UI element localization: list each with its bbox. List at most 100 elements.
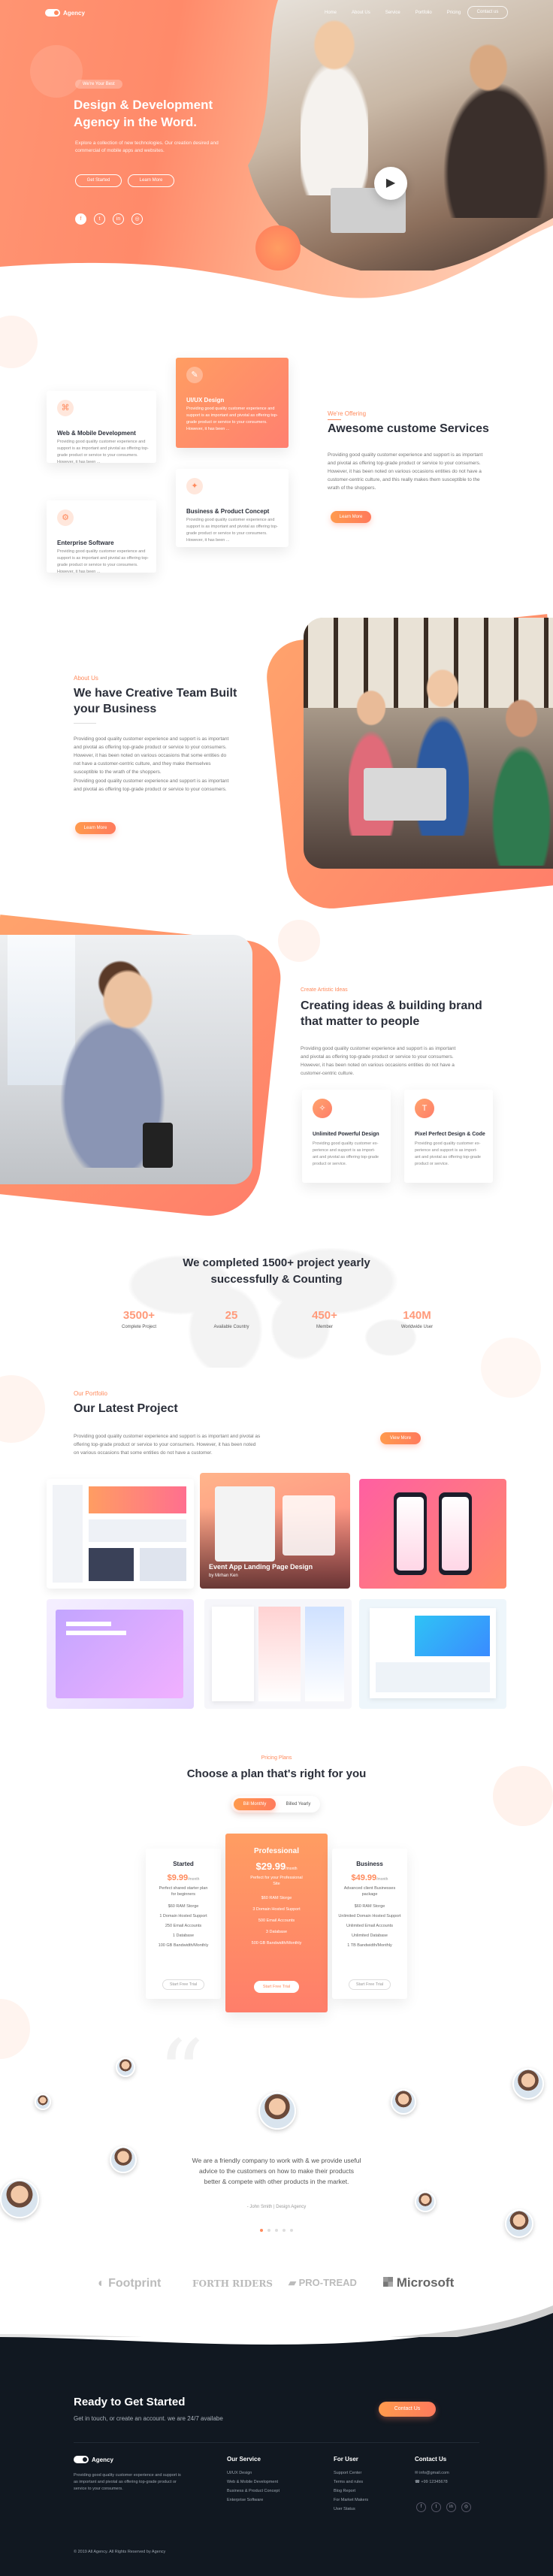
service-card-business[interactable]: ✦ Business & Product Concept Providing g… <box>176 469 289 547</box>
footer-col-services: Our Service UI/UX Design Web & Mobile De… <box>227 2456 280 2502</box>
hero-social: f t in ◎ <box>75 213 143 225</box>
avatar[interactable] <box>116 2057 135 2077</box>
linkedin-icon[interactable]: in <box>446 2502 456 2512</box>
avatar[interactable] <box>512 2068 544 2100</box>
portfolio-text: Providing good quality customer experien… <box>74 1434 261 1456</box>
pencil-cup <box>143 1123 173 1168</box>
ideas-card-design[interactable]: ✧ Unlimited Powerful Design Providing go… <box>302 1090 391 1183</box>
about-learn-more-button[interactable]: Learn More <box>75 822 116 834</box>
play-button[interactable]: ▶ <box>374 167 407 200</box>
plan-desc: Perfect shared starter plan for beginner… <box>159 1886 208 1897</box>
nav-link-portfolio[interactable]: Portfolio <box>416 11 432 15</box>
service-card-uiux[interactable]: ✎ UI/UX Design Providing good quality cu… <box>176 358 289 448</box>
plan-trial-button[interactable]: Start Free Trial <box>254 1981 299 1993</box>
decor-circle <box>0 316 38 368</box>
pricing-card-professional: Professional $29.99/month Perfect for yo… <box>225 1834 328 2012</box>
plan-desc: Advanced client Businesses package <box>343 1886 396 1897</box>
plan-price: $9.99/month <box>167 1873 200 1882</box>
footer-divider <box>74 2442 479 2443</box>
services-learn-more-button[interactable]: Learn More <box>331 511 371 523</box>
brand-logo-forth-riders: FORTH RIDERS <box>192 2278 273 2289</box>
nav-link-service[interactable]: Service <box>385 11 400 15</box>
portfolio-item[interactable] <box>359 1479 506 1589</box>
facebook-icon[interactable]: f <box>75 213 86 225</box>
toggle-logo-icon <box>45 9 60 17</box>
portfolio-item[interactable] <box>47 1479 194 1589</box>
cta-contact-button[interactable]: Contact Us <box>379 2402 436 2417</box>
about-title: We have Creative Team Built your Busines… <box>74 687 237 715</box>
nav-link-pricing[interactable]: Pricing <box>447 11 461 15</box>
microsoft-icon <box>383 2277 393 2287</box>
featured-title: Event App Landing Page Design <box>209 1563 313 1571</box>
portfolio-item[interactable] <box>204 1599 352 1709</box>
hero-learn-more-button[interactable]: Learn More <box>128 174 174 187</box>
slider-dot[interactable] <box>275 2229 278 2232</box>
ideas-photo <box>0 935 252 1184</box>
avatar-featured[interactable] <box>258 2092 296 2130</box>
bill-yearly-tab[interactable]: Billed Yearly <box>280 1798 317 1810</box>
nav-link-about[interactable]: About Us <box>352 11 370 15</box>
linkedin-icon[interactable]: in <box>113 213 124 225</box>
slider-dot[interactable] <box>260 2229 263 2232</box>
portfolio-title: Our Latest Project <box>74 1402 178 1415</box>
services-text: Providing good quality customer experien… <box>328 452 483 491</box>
twitter-icon[interactable]: t <box>431 2502 441 2512</box>
lightbulb-icon: ✦ <box>186 478 203 494</box>
ideas-card-pixel[interactable]: T Pixel Perfect Design & Code Providing … <box>404 1090 493 1183</box>
avatar[interactable] <box>505 2209 533 2238</box>
footprint-icon: ◐ <box>98 2277 109 2290</box>
footer-about: Providing good quality customer experien… <box>74 2473 181 2491</box>
ideas-eyebrow: Create Artistic Ideas <box>301 987 348 993</box>
testimonial-dots <box>260 2229 293 2232</box>
footer-logo[interactable]: Agency <box>74 2456 113 2463</box>
gear-icon: ⚙ <box>57 509 74 526</box>
avatar[interactable] <box>391 2089 416 2115</box>
nav-logo[interactable]: Agency <box>45 9 85 17</box>
plan-name: Professional <box>253 1847 300 1855</box>
ideas-title: Creating ideas & building brand that mat… <box>301 999 482 1028</box>
plan-trial-button[interactable]: Start Free Trial <box>162 1979 204 1990</box>
toggle-logo-icon <box>74 2456 89 2463</box>
avatar[interactable] <box>35 2094 51 2110</box>
nav-link-home[interactable]: Home <box>325 11 337 15</box>
about-text-2: Providing good quality customer experien… <box>74 779 229 792</box>
slider-dot[interactable] <box>283 2229 286 2232</box>
pricing-card-business: Business $49.99/month Advanced client Bu… <box>332 1849 407 1999</box>
slider-dot[interactable] <box>290 2229 293 2232</box>
cta-text: Get in touch, or create an account. we a… <box>74 2415 223 2422</box>
about-divider <box>74 723 96 724</box>
service-card-web[interactable]: ⌘ Web & Mobile Development Providing goo… <box>47 391 156 464</box>
man-figure <box>443 23 548 218</box>
twitter-icon[interactable]: t <box>94 213 105 225</box>
bill-monthly-tab[interactable]: Bill Monthly <box>234 1798 276 1810</box>
hero-text: Explore a collection of new technologies… <box>75 141 219 153</box>
services-title: Awesome custome Services <box>328 422 489 435</box>
service-card-enterprise[interactable]: ⚙ Enterprise Software Providing good qua… <box>47 500 156 574</box>
pricing-card-started: Started $9.99/month Perfect shared start… <box>146 1849 221 1999</box>
code-icon: ⌘ <box>57 400 74 416</box>
page: ▶ Agency Home About Us Service Portfolio… <box>0 0 553 2576</box>
plan-name: Started <box>173 1861 194 1867</box>
decor-circle <box>0 1999 30 2059</box>
about-eyebrow: About Us <box>74 675 98 682</box>
nav-contact-button[interactable]: Contact us <box>467 6 508 19</box>
portfolio-item[interactable] <box>47 1599 194 1709</box>
plan-name: Business <box>356 1861 383 1867</box>
portfolio-item-featured[interactable]: Event App Landing Page Design by Mirhan … <box>200 1473 350 1589</box>
hero-get-started-button[interactable]: Get Started <box>75 174 122 187</box>
stat-projects: 3500+ Complete Project <box>121 1309 157 1329</box>
footer-wave <box>0 2277 553 2337</box>
cta-title: Ready to Get Started <box>74 2396 186 2408</box>
hero-photo: ▶ <box>248 0 553 271</box>
plan-price: $29.99/month <box>255 1861 298 1872</box>
plan-price: $49.99/month <box>351 1873 388 1882</box>
instagram-icon[interactable]: ◎ <box>461 2502 471 2512</box>
brand-logo-footprint: ◐ Footprint <box>98 2277 162 2290</box>
plan-trial-button[interactable]: Start Free Trial <box>349 1979 391 1990</box>
portfolio-item[interactable] <box>359 1599 506 1709</box>
portfolio-view-more-button[interactable]: View More <box>380 1432 421 1444</box>
instagram-icon[interactable]: ◎ <box>131 213 143 225</box>
palette-icon: ✎ <box>186 367 203 383</box>
slider-dot[interactable] <box>267 2229 270 2232</box>
facebook-icon[interactable]: f <box>416 2502 426 2512</box>
